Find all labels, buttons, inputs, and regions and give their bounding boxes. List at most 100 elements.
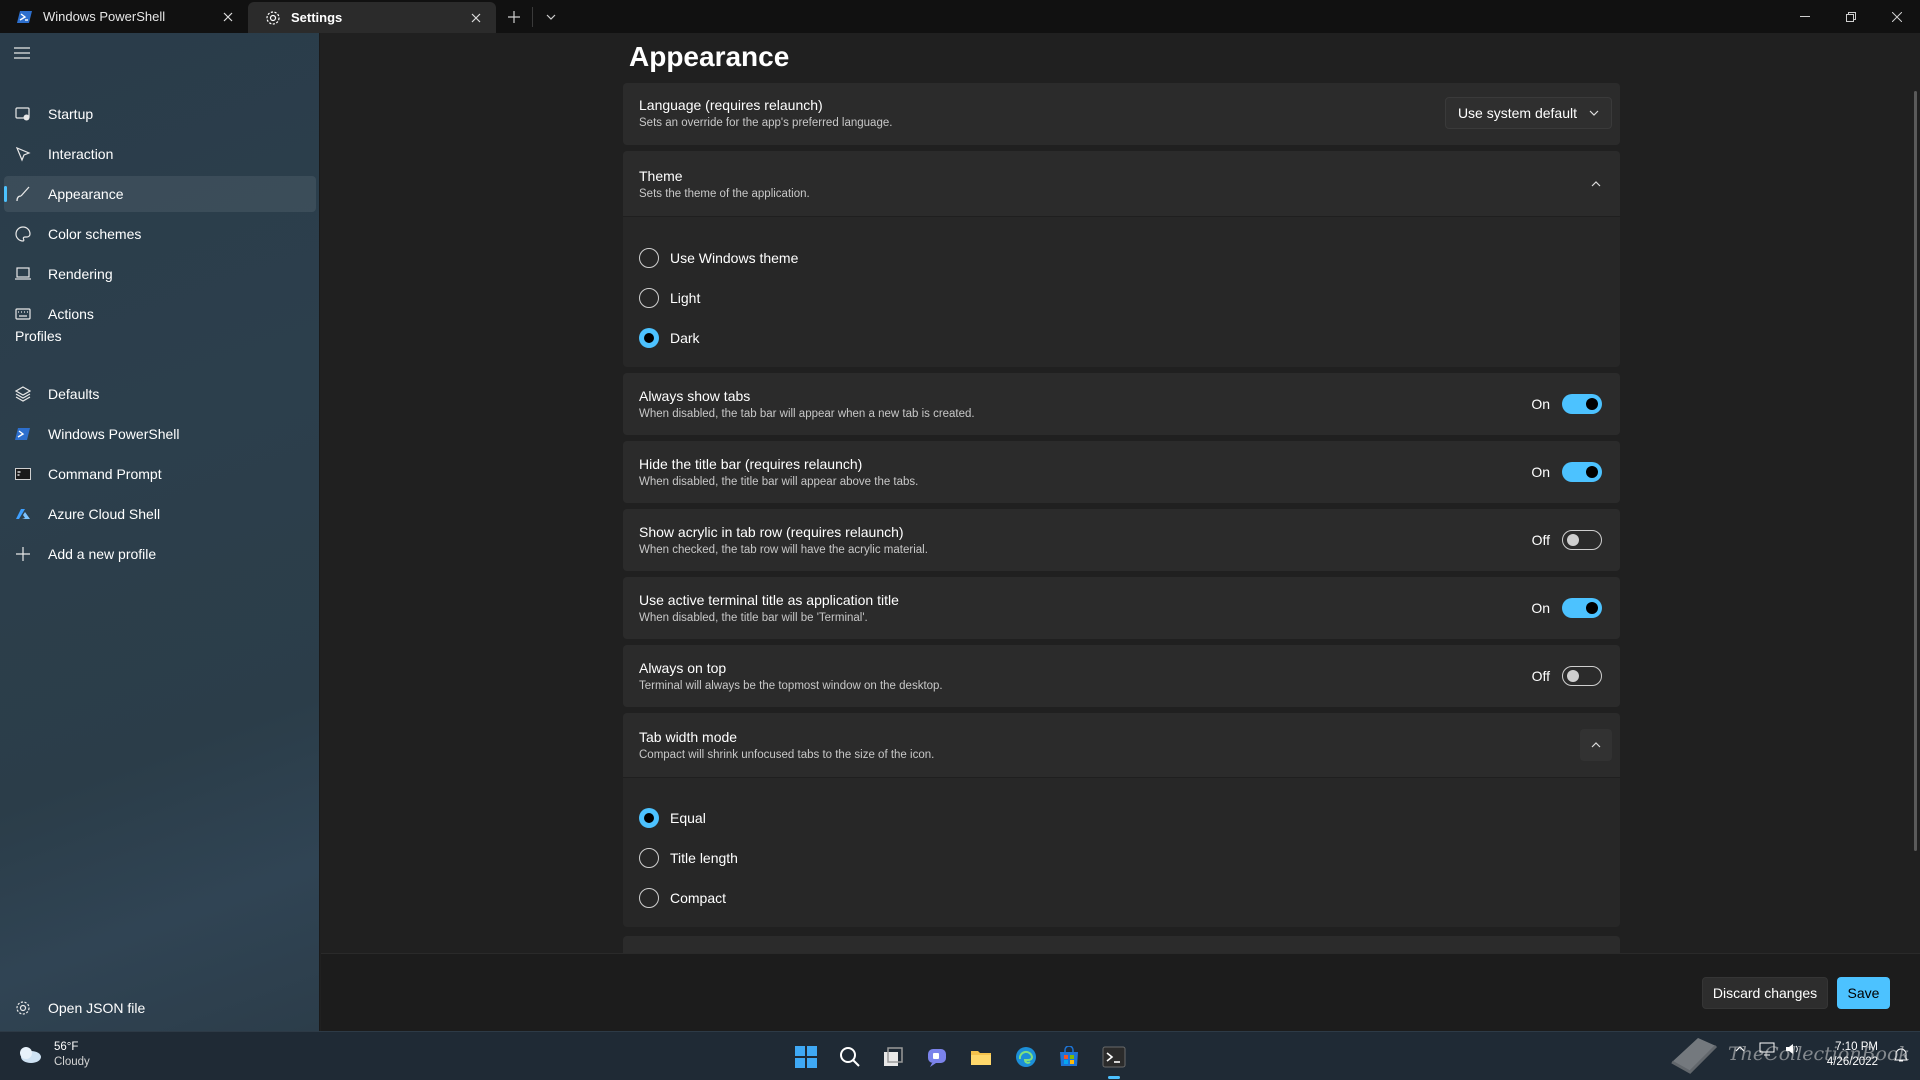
gear-icon [15, 1000, 31, 1016]
window-controls [1782, 0, 1920, 33]
radio-button[interactable] [639, 288, 659, 308]
close-window-button[interactable] [1874, 0, 1920, 33]
settings-footer: Discard changes Save [321, 953, 1920, 1031]
always-show-tabs-toggle[interactable]: On [1530, 394, 1602, 414]
toggle-switch[interactable] [1562, 666, 1602, 686]
language-dropdown[interactable]: Use system default [1444, 97, 1612, 129]
sidebar: Startup Interaction Appearance Color sch… [0, 33, 320, 1031]
theme-expander-button[interactable] [1580, 168, 1612, 200]
tab-width-expander-button[interactable] [1580, 729, 1612, 761]
hamburger-icon [14, 47, 30, 59]
terminal-button[interactable] [1098, 1041, 1130, 1079]
sidebar-item-actions[interactable]: Actions [4, 296, 316, 332]
show-acrylic-toggle[interactable]: Off [1530, 530, 1602, 550]
radio-label: Equal [670, 810, 706, 826]
sidebar-item-startup[interactable]: Startup [4, 96, 316, 132]
setting-title: Theme [639, 168, 683, 184]
radio-button[interactable] [639, 848, 659, 868]
tab-title: Settings [291, 10, 343, 25]
weather-widget[interactable]: 56°F Cloudy [16, 1040, 90, 1070]
tab-windows-powershell[interactable]: Windows PowerShell [0, 0, 248, 33]
theme-option-light[interactable]: Light [639, 288, 700, 308]
sidebar-item-label: Command Prompt [48, 466, 162, 482]
sidebar-item-label: Azure Cloud Shell [48, 506, 161, 522]
radio-button[interactable] [639, 248, 659, 268]
hamburger-menu-button[interactable] [14, 47, 34, 63]
close-icon[interactable] [468, 10, 484, 26]
active-title-toggle[interactable]: On [1530, 598, 1602, 618]
sidebar-item-interaction[interactable]: Interaction [4, 136, 316, 172]
sidebar-item-add-profile[interactable]: Add a new profile [4, 536, 316, 572]
edge-icon [1016, 1047, 1036, 1067]
teams-chat-button[interactable] [921, 1041, 953, 1073]
radio-button-selected[interactable] [639, 328, 659, 348]
setting-title: Tab width mode [639, 729, 738, 745]
tab-dropdown-button[interactable] [533, 0, 569, 33]
palette-icon [15, 226, 31, 242]
brush-icon [15, 186, 31, 202]
sidebar-item-windows-powershell[interactable]: Windows PowerShell [4, 416, 316, 452]
toggle-switch[interactable] [1562, 598, 1602, 618]
new-tab-button[interactable] [496, 0, 532, 33]
toggle-switch[interactable] [1562, 530, 1602, 550]
sidebar-item-label: Defaults [48, 386, 100, 402]
setting-title: Show acrylic in tab row (requires relaun… [639, 524, 904, 540]
sidebar-item-label: Windows PowerShell [48, 426, 180, 442]
tab-settings[interactable]: Settings [248, 2, 496, 33]
toggle-switch[interactable] [1562, 462, 1602, 482]
theme-setting[interactable]: Theme Sets the theme of the application. [623, 151, 1620, 216]
profiles-header: Profiles [15, 328, 62, 344]
sidebar-item-command-prompt[interactable]: Command Prompt [4, 456, 316, 492]
sidebar-item-defaults[interactable]: Defaults [4, 376, 316, 412]
open-json-button[interactable]: Open JSON file [4, 990, 316, 1026]
show-acrylic-setting: Show acrylic in tab row (requires relaun… [623, 509, 1620, 571]
close-icon[interactable] [220, 9, 236, 25]
restore-button[interactable] [1828, 0, 1874, 33]
hide-title-bar-toggle[interactable]: On [1530, 462, 1602, 482]
minimize-button[interactable] [1782, 0, 1828, 33]
toggle-state: Off [1531, 668, 1550, 684]
radio-button[interactable] [639, 888, 659, 908]
sidebar-item-rendering[interactable]: Rendering [4, 256, 316, 292]
page-title: Appearance [629, 41, 790, 72]
sidebar-item-label: Startup [48, 106, 94, 122]
watermark-text: TheCollectionBook [1728, 1043, 1910, 1065]
gear-icon [265, 10, 281, 26]
edge-browser-button[interactable] [1010, 1041, 1042, 1073]
sidebar-item-label: Color schemes [48, 226, 142, 242]
setting-title: Use active terminal title as application… [639, 592, 899, 608]
terminal-icon [1102, 1046, 1126, 1068]
sidebar-item-label: Add a new profile [48, 546, 157, 562]
powershell-icon [15, 426, 31, 442]
monitor-icon [15, 266, 31, 282]
book-logo-icon [1671, 1038, 1718, 1074]
weather-temperature: 56°F [54, 1041, 79, 1053]
theme-option-dark[interactable]: Dark [639, 328, 700, 348]
theme-option-windows[interactable]: Use Windows theme [639, 248, 798, 268]
tab-width-option-equal[interactable]: Equal [639, 808, 706, 828]
tab-width-setting[interactable]: Tab width mode Compact will shrink unfoc… [623, 713, 1620, 777]
file-explorer-button[interactable] [965, 1041, 997, 1073]
sidebar-item-appearance[interactable]: Appearance [4, 176, 316, 212]
start-button[interactable] [790, 1041, 822, 1073]
sidebar-item-color-schemes[interactable]: Color schemes [4, 216, 316, 252]
always-show-tabs-setting: Always show tabs When disabled, the tab … [623, 373, 1620, 435]
tab-width-option-title-length[interactable]: Title length [639, 848, 738, 868]
discard-changes-button[interactable]: Discard changes [1702, 977, 1828, 1009]
tab-bar: Windows PowerShell Settings [0, 0, 1920, 33]
always-on-top-toggle[interactable]: Off [1530, 666, 1602, 686]
radio-button-selected[interactable] [639, 808, 659, 828]
sidebar-item-azure-cloud-shell[interactable]: Azure Cloud Shell [4, 496, 316, 532]
task-view-icon [884, 1047, 903, 1066]
tab-width-option-compact[interactable]: Compact [639, 888, 726, 908]
task-view-button[interactable] [877, 1041, 909, 1073]
folder-icon [971, 1051, 991, 1065]
search-button[interactable] [834, 1041, 866, 1073]
close-icon [1892, 11, 1902, 22]
save-button[interactable]: Save [1837, 977, 1890, 1009]
windows-logo-icon [795, 1046, 817, 1068]
toggle-switch[interactable] [1562, 394, 1602, 414]
watermark: TheCollectionBook [1668, 1032, 1910, 1076]
vertical-scrollbar[interactable] [1914, 91, 1917, 851]
microsoft-store-button[interactable] [1053, 1041, 1085, 1073]
